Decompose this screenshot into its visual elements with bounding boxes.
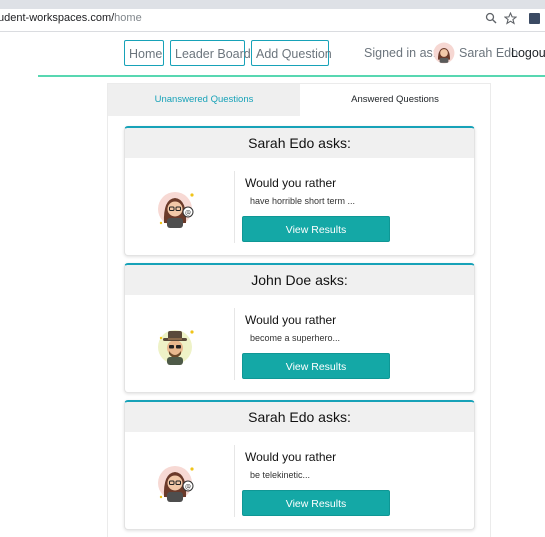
view-results-button[interactable]: View Results [242,353,390,379]
url-path: home [114,12,142,24]
question-preview: become a superhero... [250,333,341,343]
add-question-button[interactable]: Add Question [251,40,332,66]
svg-text:@: @ [185,484,191,491]
card-divider [234,171,235,243]
card-divider [234,445,235,517]
star-icon[interactable] [503,11,517,26]
extension-icon[interactable] [529,13,540,24]
question-card: John Doe asks: Would you rather become a… [124,263,475,393]
svg-text:@: @ [185,210,191,217]
leaderboard-button[interactable]: Leader Board [170,40,251,66]
question-author-header: John Doe asks: [125,265,474,295]
logout-link[interactable]: Logout [511,46,545,60]
user-avatar [433,42,455,64]
woman-with-glasses-avatar: @ [157,463,197,503]
card-divider [234,308,235,380]
url-host: udent-workspaces.com/ [0,12,115,24]
question-prompt: Would you rather [245,450,337,464]
man-with-hat-avatar [157,326,197,366]
question-prompt: Would you rather [245,313,337,327]
address-bar[interactable]: udent-workspaces.com/home [0,9,545,32]
nav-divider [38,75,545,77]
question-card: Sarah Edo asks: @ Would you rather have … [124,126,475,256]
question-author-header: Sarah Edo asks: [125,128,474,158]
view-results-button[interactable]: View Results [242,216,390,242]
signed-in-user-name: Sarah Edo [459,46,519,60]
browser-tab-strip [0,0,545,9]
home-button[interactable]: Home [124,40,164,66]
question-prompt: Would you rather [245,176,337,190]
zoom-icon[interactable] [484,12,498,26]
question-preview: have horrible short term ... [250,196,356,206]
tab-answered-questions[interactable]: Answered Questions [300,84,490,116]
signed-in-label: Signed in as: [364,46,437,60]
view-results-button[interactable]: View Results [242,490,390,516]
woman-with-glasses-avatar: @ [157,189,197,229]
url-text[interactable]: udent-workspaces.com/home [0,12,142,24]
tab-unanswered-questions[interactable]: Unanswered Questions [108,84,300,116]
question-preview: be telekinetic... [250,470,311,480]
question-card: Sarah Edo asks: @ Would you rather be te… [124,400,475,530]
question-author-header: Sarah Edo asks: [125,402,474,432]
